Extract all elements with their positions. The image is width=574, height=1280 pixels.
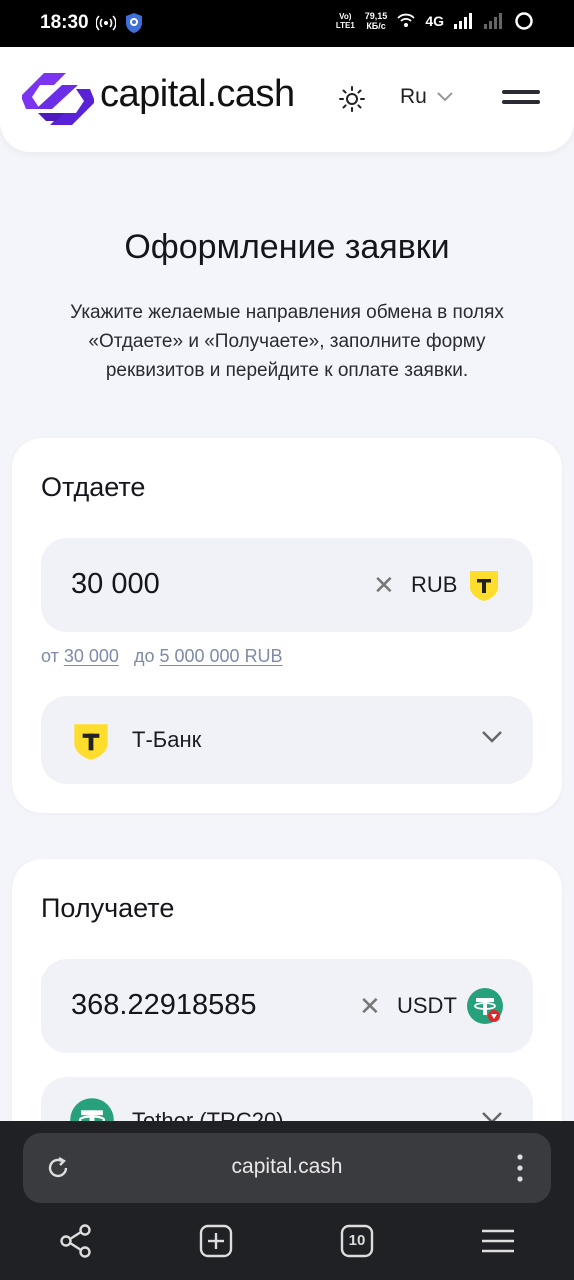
tether-usdt-icon [467,988,503,1024]
browser-menu-icon[interactable] [480,1223,516,1259]
give-currency-label[interactable]: RUB [411,572,457,598]
volte-indicator: Vo) LTE1 [335,12,355,30]
share-icon[interactable] [58,1223,94,1259]
give-method-label: Т-Банк [132,727,202,752]
max-limit-link[interactable]: 5 000 000 RUB [159,646,282,666]
network-speed: 79,15 КБ/с [364,11,388,31]
status-time: 18:30 [40,12,89,33]
site-header: capital.cash Ru [0,47,574,152]
page-title: Оформление заявки [124,228,450,266]
theme-toggle-sun-icon[interactable] [338,85,366,113]
signal-icon [454,13,472,29]
chevron-down-icon [437,92,453,102]
tabs-counter-button[interactable]: 10 [339,1223,375,1259]
get-currency-label[interactable]: USDT [397,993,457,1019]
wifi-icon [397,13,415,27]
clear-icon[interactable]: ✕ [373,570,395,601]
logo-text[interactable]: capital.cash [100,73,295,116]
url-text[interactable]: capital.cash [23,1155,551,1179]
signal-icon-secondary [484,13,502,29]
new-tab-plus-icon[interactable] [198,1223,234,1259]
hamburger-menu-button[interactable] [502,90,540,112]
language-label: Ru [400,85,427,108]
tbank-icon [470,571,498,601]
give-limits: от 30 000 до 5 000 000 RUB [41,646,283,666]
menu-line-icon [502,100,540,104]
give-title: Отдаете [41,472,146,502]
tabs-count: 10 [348,1232,366,1249]
shield-app-icon [126,13,142,33]
network-type: 4G [425,13,444,29]
give-amount-input[interactable]: 30 000 [71,568,160,601]
menu-line-icon [502,90,540,94]
get-amount-field[interactable]: 368.22918585 ✕ USDT [41,959,533,1053]
give-method-select[interactable]: Т-Банк [41,696,533,784]
browser-nav-row: 10 [0,1223,574,1267]
get-card: Получаете 368.22918585 ✕ USDT Tether (TR… [12,859,562,1165]
clear-icon[interactable]: ✕ [359,991,381,1022]
get-title: Получаете [41,893,175,923]
get-amount-input[interactable]: 368.22918585 [71,989,256,1022]
tbank-icon [74,724,108,760]
capital-cash-logo-icon[interactable] [22,69,94,129]
status-bar: 18:30 Vo) LTE1 79,15 КБ/с 4G [0,0,574,47]
hotspot-icon [96,15,116,31]
page-subtitle: Укажите желаемые направления обмена в по… [70,302,504,381]
browser-toolbar: capital.cash 10 [0,1121,574,1280]
battery-icon [515,12,533,30]
give-amount-field[interactable]: 30 000 ✕ RUB [41,538,533,632]
min-limit-link[interactable]: 30 000 [64,646,119,666]
language-selector[interactable]: Ru [400,85,453,109]
give-card: Отдаете 30 000 ✕ RUB от 30 000 до 5 000 … [12,438,562,813]
more-vertical-icon[interactable] [517,1153,523,1183]
address-bar[interactable]: capital.cash [23,1133,551,1203]
chevron-down-icon [482,731,502,743]
